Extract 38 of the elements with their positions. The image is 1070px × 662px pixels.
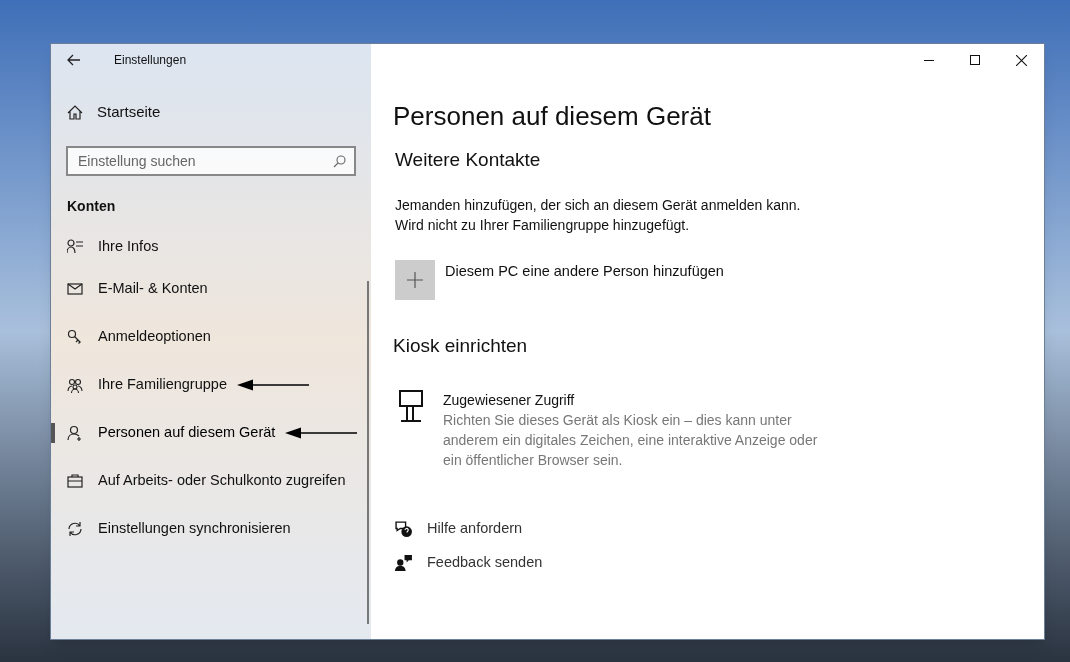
minimize-icon[interactable] <box>924 59 934 61</box>
help-link[interactable]: Hilfe anfordern <box>395 518 523 540</box>
help-chat-icon <box>395 519 413 538</box>
plus-icon <box>395 259 435 300</box>
section-heading: Kiosk einrichten <box>393 333 529 358</box>
key-icon <box>67 328 83 345</box>
sidebar-nav-item[interactable]: Einstellungen synchronisieren <box>98 517 291 540</box>
sidebar-nav-item[interactable]: E-Mail- & Konten <box>98 277 208 300</box>
feedback-link[interactable]: Feedback senden <box>395 551 543 574</box>
people-icon <box>67 376 83 393</box>
add-person-button[interactable]: Diesem PC eine andere Person hinzufügen <box>395 259 724 300</box>
briefcase-icon <box>67 472 83 489</box>
search-icon <box>333 154 346 168</box>
close-icon[interactable] <box>1015 54 1027 66</box>
home-nav-item[interactable]: Startseite <box>67 101 371 124</box>
feedback-person-icon <box>395 553 413 572</box>
kiosk-option-description: Richten Sie dieses Gerät als Kiosk ein – dies kann unter anderem ein digitales Zeichen, eine interaktive Anzeige oder ein öffentlicher Browser sein. <box>443 411 818 470</box>
person-add-icon <box>67 424 83 441</box>
sidebar-nav-item[interactable]: Ihre Familiengruppe <box>98 373 227 396</box>
window-title: Einstellungen <box>114 52 187 69</box>
sidebar-nav-item[interactable]: Anmeldeoptionen <box>98 325 211 348</box>
envelope-icon <box>67 280 83 297</box>
sidebar-nav-item[interactable]: Ihre Infos <box>98 235 159 258</box>
section-heading: Konten <box>67 196 117 216</box>
sync-icon <box>67 520 83 537</box>
sidebar-nav-item[interactable]: Auf Arbeits- oder Schulkonto zugreifen <box>98 469 346 492</box>
back-arrow-icon[interactable] <box>67 54 81 66</box>
description-text: Wird nicht zu Ihrer Familiengruppe hinzugefügt. <box>395 215 691 235</box>
section-heading: Weitere Kontakte <box>395 148 542 172</box>
sidebar-nav-item[interactable]: Personen auf diesem Gerät <box>98 421 276 444</box>
maximize-icon[interactable] <box>970 55 980 65</box>
page-title: Personen auf diesem Gerät <box>393 100 712 132</box>
kiosk-option-title[interactable]: Zugewiesener Zugriff <box>443 390 818 410</box>
kiosk-icon[interactable] <box>399 390 423 422</box>
person-list-icon <box>67 238 83 255</box>
search-field[interactable]: Einstellung suchen <box>66 145 356 176</box>
home-icon <box>67 104 83 120</box>
description-text: Jemanden hinzufügen, der sich an diesem Gerät anmelden kann. <box>395 195 802 215</box>
